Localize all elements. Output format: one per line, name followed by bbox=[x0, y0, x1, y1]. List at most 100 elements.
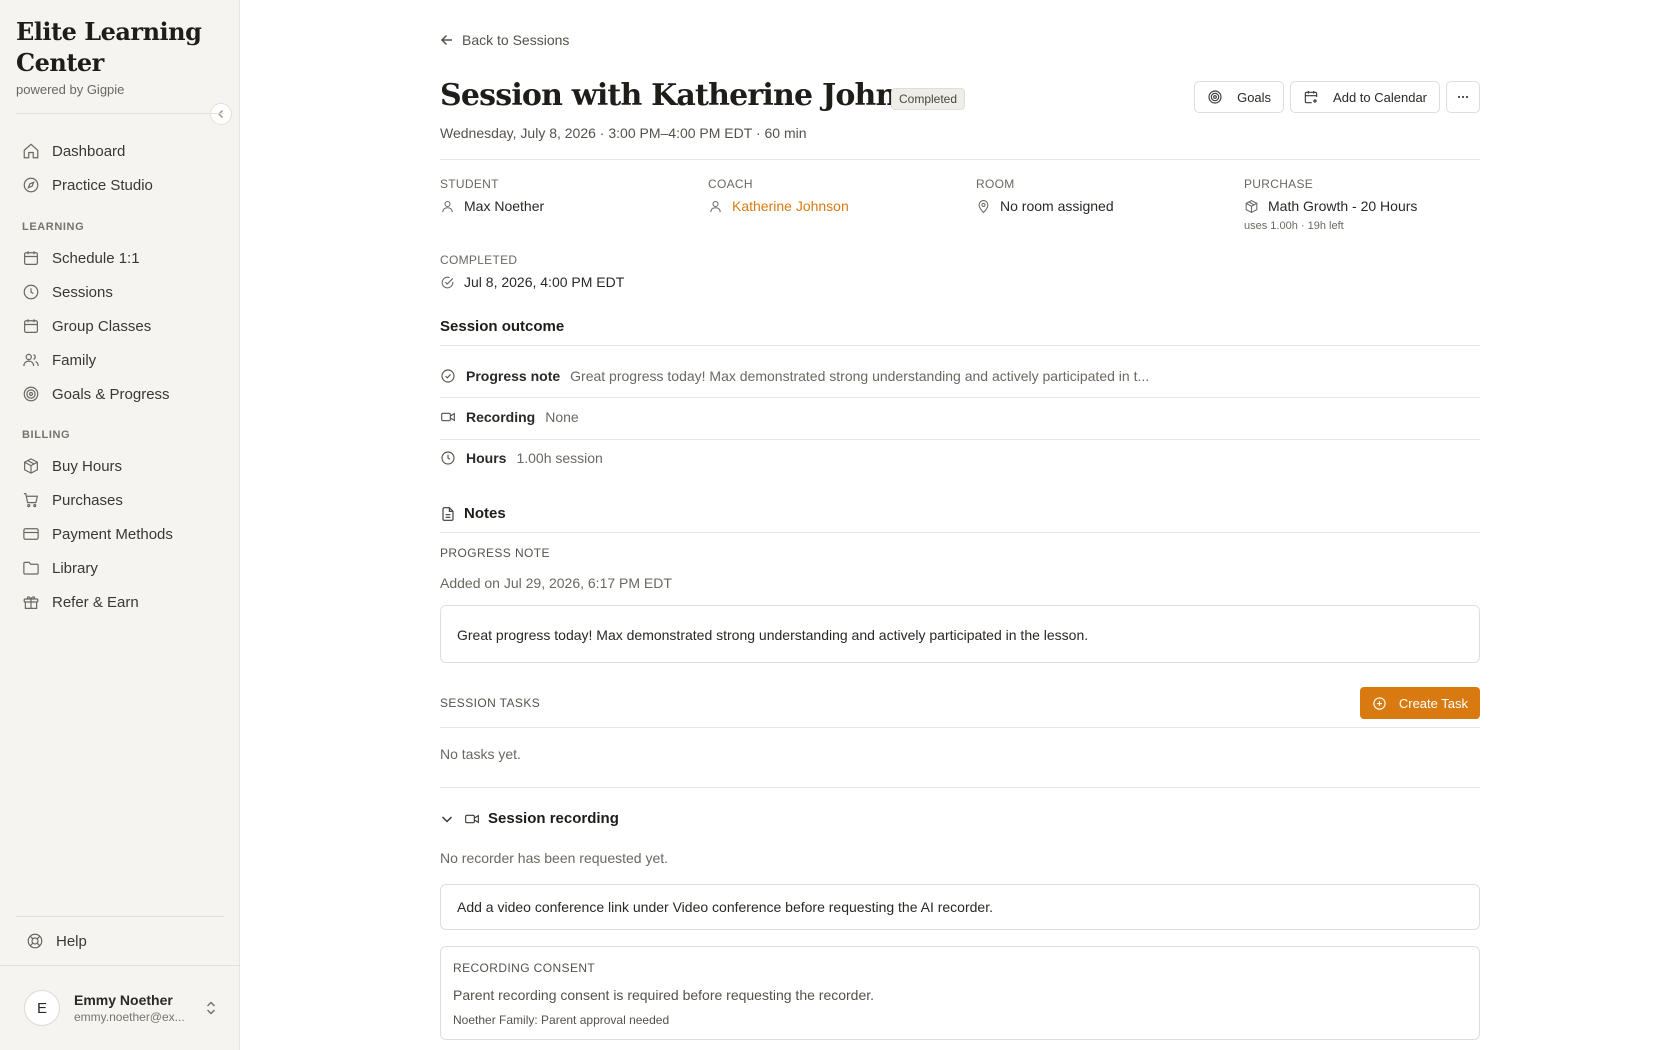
divider bbox=[440, 787, 1480, 788]
users-icon bbox=[22, 351, 40, 369]
recording-hint: Add a video conference link under Video … bbox=[457, 899, 993, 915]
purchase-label: PURCHASE bbox=[1244, 177, 1314, 191]
gift-icon bbox=[22, 593, 40, 611]
chevron-left-icon bbox=[216, 109, 226, 119]
page-title: Session with Katherine Johnson bbox=[440, 78, 954, 113]
divider bbox=[440, 727, 1480, 728]
purchase-value-row: Math Growth - 20 Hours bbox=[1244, 198, 1504, 214]
session-outcome-heading: Session outcome bbox=[440, 318, 564, 335]
hours-row: Hours 1.00h session bbox=[440, 450, 1480, 466]
divider bbox=[440, 159, 1480, 160]
sidebar-item-label: Help bbox=[56, 932, 87, 950]
sidebar-item-family[interactable]: Family bbox=[16, 345, 224, 375]
student-field: STUDENT Max Noether bbox=[440, 177, 700, 214]
map-pin-icon bbox=[976, 199, 991, 214]
check-circle-icon bbox=[440, 275, 455, 290]
sidebar-item-practice-studio[interactable]: Practice Studio bbox=[16, 170, 224, 200]
video-icon bbox=[440, 409, 456, 425]
completed-value: Jul 8, 2026, 4:00 PM EDT bbox=[464, 274, 625, 290]
clock-icon bbox=[22, 283, 40, 301]
progress-note-value: Great progress today! Max demonstrated s… bbox=[570, 368, 1150, 384]
package-icon bbox=[1244, 199, 1259, 214]
progress-note-box: Great progress today! Max demonstrated s… bbox=[440, 605, 1480, 663]
sidebar-section-learning: LEARNING bbox=[22, 221, 85, 233]
student-label: STUDENT bbox=[440, 177, 499, 191]
folder-icon bbox=[22, 559, 40, 577]
sidebar-item-payment-methods[interactable]: Payment Methods bbox=[16, 519, 224, 549]
sidebar-item-label: Library bbox=[52, 559, 98, 577]
sidebar-divider bbox=[16, 916, 224, 917]
avatar: E bbox=[24, 990, 60, 1026]
session-outcome-title: Session outcome bbox=[440, 318, 565, 335]
divider bbox=[440, 397, 1480, 398]
sidebar-item-schedule[interactable]: Schedule 1:1 bbox=[16, 243, 224, 273]
sidebar-item-group-classes[interactable]: Group Classes bbox=[16, 311, 224, 341]
brand-name: Elite Learning Center bbox=[16, 17, 202, 77]
hours-label: Hours bbox=[466, 450, 507, 466]
divider bbox=[440, 532, 1480, 533]
brand: Elite Learning Center powered by Gigpie bbox=[16, 16, 216, 97]
more-horizontal-icon bbox=[1455, 89, 1471, 105]
recording-row: Recording None bbox=[440, 409, 1480, 425]
completed-label: COMPLETED bbox=[440, 253, 518, 267]
room-value-row: No room assigned bbox=[976, 198, 1236, 214]
target-icon bbox=[22, 385, 40, 403]
lifebuoy-icon bbox=[26, 932, 44, 950]
sidebar-item-label: Buy Hours bbox=[52, 457, 123, 475]
sidebar-item-label: Sessions bbox=[52, 283, 113, 301]
sidebar-item-label: Goals & Progress bbox=[52, 385, 170, 403]
sidebar-item-buy-hours[interactable]: Buy Hours bbox=[16, 451, 224, 481]
purchase-field: PURCHASE Math Growth - 20 Hours uses 1.0… bbox=[1244, 177, 1504, 232]
sidebar-divider bbox=[16, 113, 224, 114]
video-icon bbox=[464, 811, 480, 827]
sidebar-item-label: Purchases bbox=[52, 491, 123, 509]
collapse-sidebar-button[interactable] bbox=[210, 103, 232, 125]
divider bbox=[440, 345, 1480, 346]
goals-button[interactable]: Goals bbox=[1194, 81, 1285, 113]
sidebar-item-label: Family bbox=[52, 351, 97, 369]
note-added-on: Added on Jul 29, 2026, 6:17 PM EDT bbox=[440, 575, 672, 591]
recording-label: Recording bbox=[466, 409, 536, 425]
clock-icon bbox=[440, 450, 456, 466]
package-icon bbox=[22, 457, 40, 475]
sidebar-item-dashboard[interactable]: Dashboard bbox=[16, 136, 224, 166]
chevron-down-icon bbox=[440, 812, 454, 826]
progress-note-row: Progress note Great progress today! Max … bbox=[440, 368, 1480, 384]
add-to-calendar-button[interactable]: Add to Calendar bbox=[1290, 81, 1440, 113]
sidebar-item-sessions[interactable]: Sessions bbox=[16, 277, 224, 307]
sidebar-item-goals-progress[interactable]: Goals & Progress bbox=[16, 379, 224, 409]
brand-subtitle: powered by Gigpie bbox=[16, 82, 125, 97]
arrow-left-icon bbox=[440, 33, 454, 47]
sidebar-item-library[interactable]: Library bbox=[16, 553, 224, 583]
progress-note-label: Progress note bbox=[466, 368, 561, 384]
sidebar-item-purchases[interactable]: Purchases bbox=[16, 485, 224, 515]
sidebar: Elite Learning Center powered by Gigpie … bbox=[0, 0, 240, 1050]
status-badge: Completed bbox=[891, 88, 966, 110]
divider bbox=[440, 439, 1480, 440]
sidebar-item-refer-earn[interactable]: Refer & Earn bbox=[16, 587, 224, 617]
sidebar-item-help[interactable]: Help bbox=[16, 926, 224, 956]
sidebar-item-label: Practice Studio bbox=[52, 176, 153, 194]
create-task-button[interactable]: Create Task bbox=[1359, 687, 1480, 719]
coach-link[interactable]: Katherine Johnson bbox=[732, 198, 849, 214]
create-task-label: Create Task bbox=[1398, 695, 1468, 711]
user-menu[interactable]: E Emmy Noether emmy.noether@ex... bbox=[16, 985, 226, 1031]
plus-circle-icon bbox=[1372, 696, 1387, 711]
chevrons-up-down-icon bbox=[204, 1000, 218, 1016]
coach-value-row: Katherine Johnson bbox=[708, 198, 968, 214]
sidebar-item-label: Refer & Earn bbox=[52, 593, 139, 611]
recording-consent-heading: RECORDING CONSENT bbox=[453, 961, 596, 975]
user-name: Emmy Noether bbox=[74, 992, 173, 1008]
session-recording-title: Session recording bbox=[488, 810, 619, 827]
recording-hint-box: Add a video conference link under Video … bbox=[440, 884, 1480, 930]
notes-heading: Notes bbox=[440, 505, 506, 522]
more-options-button[interactable] bbox=[1446, 81, 1480, 113]
calendar-icon bbox=[22, 249, 40, 267]
back-to-sessions-link[interactable]: Back to Sessions bbox=[440, 32, 569, 48]
session-recording-toggle[interactable]: Session recording bbox=[440, 810, 619, 827]
hours-value: 1.00h session bbox=[516, 450, 603, 466]
user-icon bbox=[440, 199, 455, 214]
sidebar-item-label: Dashboard bbox=[52, 142, 126, 160]
purchase-usage: uses 1.00h · 19h left bbox=[1244, 220, 1344, 232]
student-value: Max Noether bbox=[464, 198, 545, 214]
